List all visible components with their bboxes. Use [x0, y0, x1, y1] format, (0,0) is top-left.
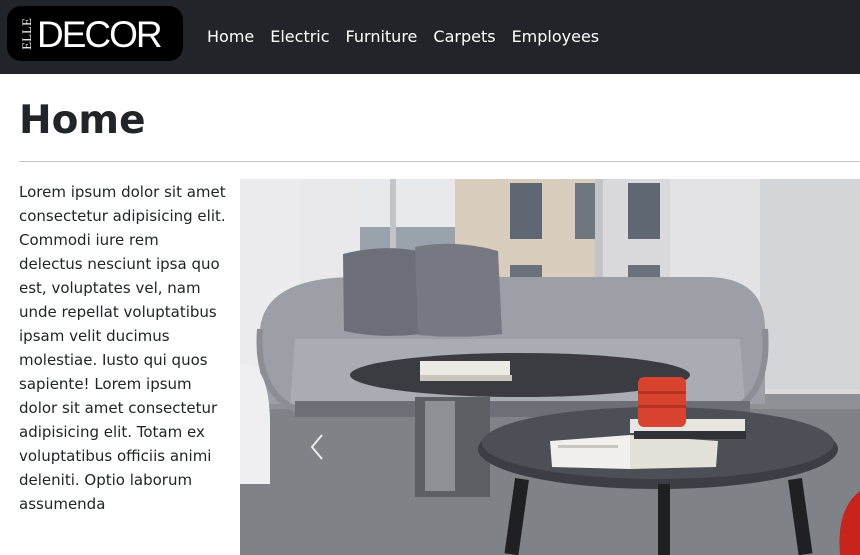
nav-link-electric[interactable]: Electric: [262, 27, 337, 47]
chevron-left-icon[interactable]: [298, 427, 338, 467]
brand-logo[interactable]: ELLE DECOR: [7, 6, 183, 61]
nav-link-carpets[interactable]: Carpets: [425, 27, 503, 47]
brand-elle-wordmark: ELLE: [19, 18, 34, 50]
title-divider: [19, 161, 860, 162]
nav-link-furniture[interactable]: Furniture: [338, 27, 426, 47]
navbar: ELLE DECOR Home Electric Furniture Carpe…: [0, 0, 860, 74]
nav-link-employees[interactable]: Employees: [504, 27, 608, 47]
brand-name: DECOR: [37, 14, 163, 55]
carousel-slide-image: [240, 179, 860, 555]
image-carousel[interactable]: [240, 179, 860, 555]
nav-link-home[interactable]: Home: [199, 27, 262, 47]
intro-text: Lorem ipsum dolor sit amet consectetur a…: [19, 183, 226, 513]
svg-text:ELLE: ELLE: [19, 18, 34, 50]
page-title: Home: [19, 98, 146, 143]
nav-menu: Home Electric Furniture Carpets Employee…: [199, 0, 607, 74]
